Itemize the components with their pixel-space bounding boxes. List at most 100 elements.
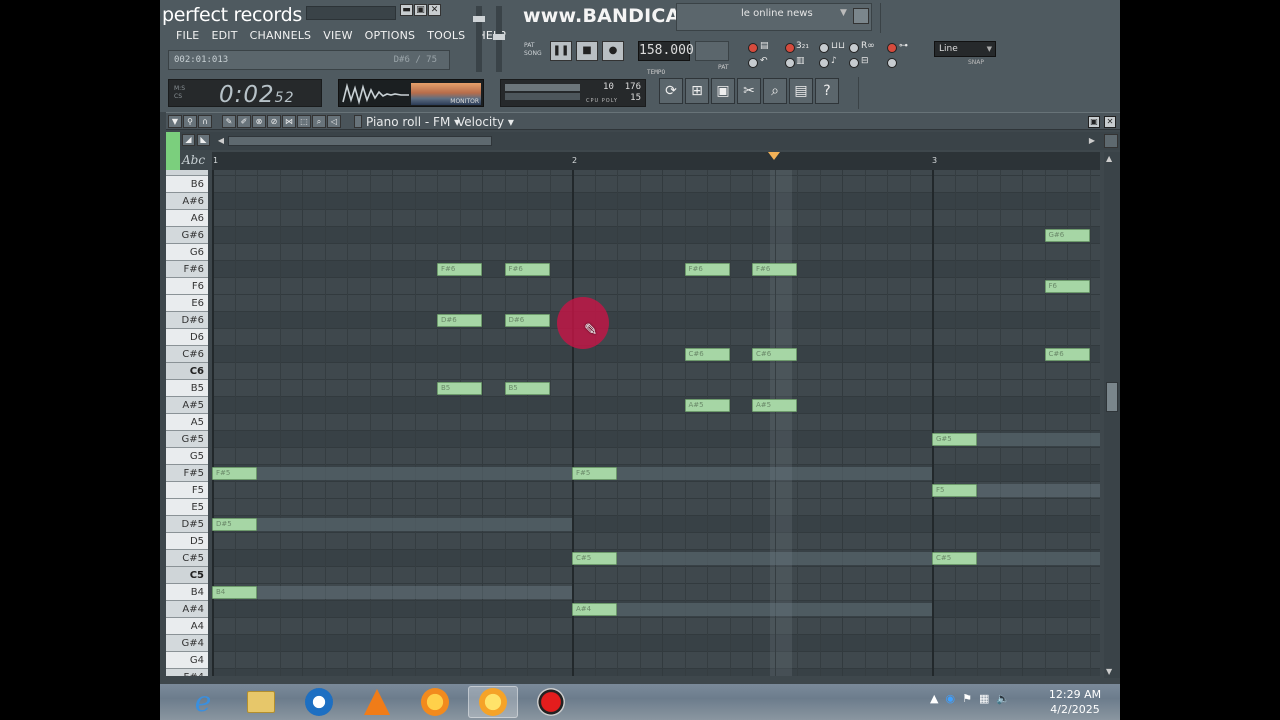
- maximize-button[interactable]: ▣: [414, 4, 427, 16]
- piano-key[interactable]: F#4: [166, 669, 208, 676]
- piano-key[interactable]: A#4: [166, 601, 208, 618]
- vlc-app[interactable]: [352, 686, 402, 718]
- master-volume-slider[interactable]: [473, 6, 485, 72]
- note[interactable]: F6: [1044, 280, 1090, 293]
- piano-key[interactable]: E5: [166, 499, 208, 516]
- step-toggle[interactable]: [819, 43, 829, 53]
- horizontal-scroll-thumb[interactable]: [228, 136, 492, 146]
- piano-key[interactable]: F6: [166, 278, 208, 295]
- piano-key[interactable]: B4: [166, 584, 208, 601]
- bandicam-record-app[interactable]: [526, 686, 576, 718]
- wait-toggle[interactable]: [785, 58, 795, 68]
- detach-window-icon[interactable]: ▣: [1088, 116, 1100, 128]
- timeline-ruler[interactable]: 1 2 3: [212, 152, 1100, 170]
- piano-key[interactable]: G4: [166, 652, 208, 669]
- network-status-icon[interactable]: ▦: [979, 692, 989, 705]
- magnet-tool-icon[interactable]: ⚲: [183, 115, 197, 128]
- note[interactable]: F#6: [504, 263, 550, 276]
- network-icon[interactable]: ◉: [945, 692, 955, 705]
- piano-keyboard[interactable]: C7B6A#6A6G#6G6F#6F6E6D#6D6C#6C6B5A#5A5G#…: [166, 170, 212, 676]
- piano-key[interactable]: G6: [166, 244, 208, 261]
- download-icon[interactable]: [853, 8, 869, 24]
- scroll-down-icon[interactable]: ▼: [1106, 667, 1112, 676]
- menu-options[interactable]: OPTIONS: [359, 27, 422, 44]
- note-toggle[interactable]: [819, 58, 829, 68]
- menu-channels[interactable]: CHANNELS: [244, 27, 318, 44]
- piano-key[interactable]: D#6: [166, 312, 208, 329]
- note[interactable]: C#6: [752, 348, 797, 361]
- add-plugin-icon[interactable]: ⊞: [685, 78, 709, 104]
- record-button[interactable]: ●: [602, 41, 624, 61]
- snap-magnet-icon[interactable]: ∩: [198, 115, 212, 128]
- scroll-left-icon[interactable]: ◀: [215, 134, 227, 148]
- piano-key[interactable]: D6: [166, 329, 208, 346]
- menu-edit[interactable]: EDIT: [205, 27, 243, 44]
- scroll-right-icon[interactable]: ▶: [1086, 134, 1098, 148]
- note[interactable]: B5: [437, 382, 482, 395]
- note[interactable]: G#6: [1044, 229, 1090, 242]
- piano-key[interactable]: E6: [166, 295, 208, 312]
- close-button[interactable]: ✕: [428, 4, 441, 16]
- note[interactable]: D#5: [212, 518, 257, 531]
- note[interactable]: C#5: [932, 552, 977, 565]
- tempo-display[interactable]: 158.000 TEMPO: [638, 41, 694, 76]
- piano-roll-menu-icon[interactable]: ▼: [168, 115, 182, 128]
- close-piano-roll-icon[interactable]: ✕: [1104, 116, 1116, 128]
- browser-icon[interactable]: ⌕: [763, 78, 787, 104]
- refresh-icon[interactable]: ⟳: [659, 78, 683, 104]
- note[interactable]: C#6: [1044, 348, 1090, 361]
- piano-key[interactable]: A4: [166, 618, 208, 635]
- note[interactable]: B5: [504, 382, 550, 395]
- piano-key[interactable]: F5: [166, 482, 208, 499]
- zoom-out-icon[interactable]: ◣: [197, 134, 210, 146]
- piano-key[interactable]: G#4: [166, 635, 208, 652]
- fl-studio-app[interactable]: [410, 686, 460, 718]
- piano-key[interactable]: G#6: [166, 227, 208, 244]
- browser-app[interactable]: [294, 686, 344, 718]
- piano-key[interactable]: B5: [166, 380, 208, 397]
- save-icon[interactable]: ▣: [711, 78, 735, 104]
- scroll-up-icon[interactable]: ▲: [1106, 154, 1112, 163]
- fl-studio-active-app[interactable]: [468, 686, 518, 718]
- zoom-in-icon[interactable]: ◢: [182, 134, 195, 146]
- note[interactable]: D#6: [504, 314, 550, 327]
- note[interactable]: F#5: [572, 467, 617, 480]
- record-toggle[interactable]: [748, 43, 758, 53]
- internet-explorer-app[interactable]: e: [178, 686, 228, 718]
- extra-toggle[interactable]: [887, 58, 897, 68]
- menu-view[interactable]: VIEW: [317, 27, 358, 44]
- zoom-tool-icon[interactable]: ⌕: [312, 115, 326, 128]
- master-pitch-slider[interactable]: [493, 6, 505, 72]
- piano-key[interactable]: G#5: [166, 431, 208, 448]
- event-target-selector[interactable]: Velocity ▾: [457, 115, 514, 129]
- piano-key[interactable]: F#6: [166, 261, 208, 278]
- select-tool-icon[interactable]: ⬚: [297, 115, 311, 128]
- flag-icon[interactable]: ⚑: [962, 692, 972, 705]
- playback-tool-icon[interactable]: ◁: [327, 115, 341, 128]
- help-icon[interactable]: ?: [815, 78, 839, 104]
- typing-keyboard-icon[interactable]: ▤: [760, 41, 769, 51]
- piano-key[interactable]: A5: [166, 414, 208, 431]
- piano-key[interactable]: C#5: [166, 550, 208, 567]
- note[interactable]: A#5: [752, 399, 797, 412]
- piano-key[interactable]: A#6: [166, 193, 208, 210]
- taskbar-clock[interactable]: 12:29 AM 4/2/2025: [1040, 687, 1110, 717]
- scale-toggle[interactable]: [849, 58, 859, 68]
- file-explorer-app[interactable]: [236, 686, 286, 718]
- stop-button[interactable]: ■: [576, 41, 598, 61]
- note[interactable]: G#5: [932, 433, 977, 446]
- mute-tool-icon[interactable]: ⊘: [267, 115, 281, 128]
- minimize-button[interactable]: ▬: [400, 4, 413, 16]
- pattern-selector[interactable]: PAT: [695, 41, 729, 71]
- piano-key[interactable]: D5: [166, 533, 208, 550]
- note[interactable]: A#5: [684, 399, 730, 412]
- piano-key[interactable]: A6: [166, 210, 208, 227]
- note[interactable]: F5: [932, 484, 977, 497]
- piano-key[interactable]: C#6: [166, 346, 208, 363]
- note[interactable]: D#6: [437, 314, 482, 327]
- note[interactable]: F#6: [752, 263, 797, 276]
- piano-key[interactable]: C5: [166, 567, 208, 584]
- piano-key[interactable]: F#5: [166, 465, 208, 482]
- menu-tools[interactable]: TOOLS: [421, 27, 471, 44]
- note[interactable]: F#5: [212, 467, 257, 480]
